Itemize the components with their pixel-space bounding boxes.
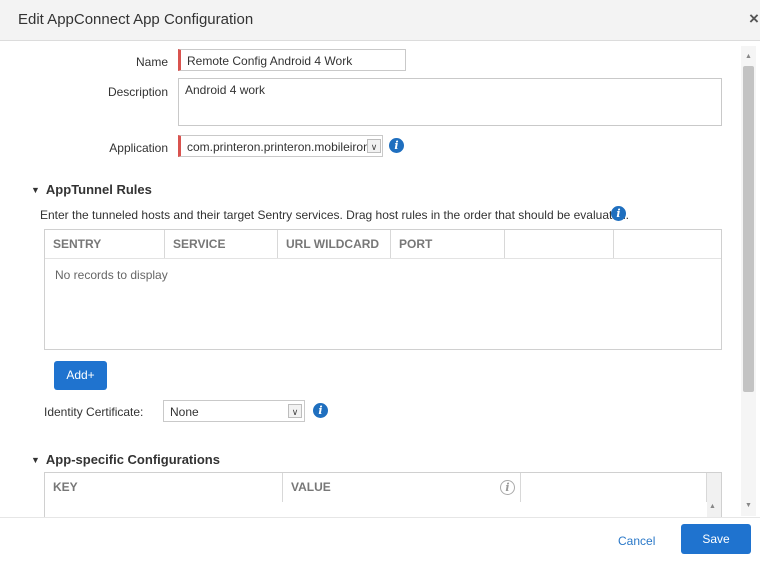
name-label: Name [135, 55, 168, 69]
apptunnel-title: AppTunnel Rules [45, 182, 152, 197]
identity-certificate-label: Identity Certificate: [44, 405, 144, 419]
dialog-title: Edit AppConnect App Configuration [18, 11, 254, 28]
column-header-blank-2 [614, 230, 721, 258]
info-icon[interactable]: i [389, 138, 404, 153]
column-header-port[interactable]: PORT [391, 230, 505, 258]
edit-appconnect-dialog: Edit AppConnect App Configuration × Name… [0, 0, 760, 571]
empty-records-text: No records to display [55, 268, 168, 282]
dialog-scrollbar-thumb[interactable] [743, 66, 754, 392]
identity-certificate-value: None [170, 405, 199, 419]
description-field-value: Android 4 work [185, 83, 266, 97]
info-icon[interactable]: i [500, 480, 515, 495]
description-label: Description [107, 85, 168, 99]
info-icon[interactable]: i [611, 206, 626, 221]
chevron-down-icon: ∨ [367, 139, 381, 153]
cancel-button[interactable]: Cancel [618, 534, 655, 548]
scroll-up-icon[interactable]: ▲ [743, 53, 754, 60]
column-header-sentry[interactable]: SENTRY [45, 230, 165, 258]
application-select[interactable]: com.printeron.printeron.mobileiron ∨ [178, 135, 383, 157]
column-header-url-wildcard[interactable]: URL WILDCARD [278, 230, 391, 258]
grid-scroll-up-icon[interactable]: ▲ [709, 503, 716, 510]
grid-header-divider [45, 258, 721, 259]
name-field[interactable]: Remote Config Android 4 Work [178, 49, 406, 71]
name-field-value: Remote Config Android 4 Work [187, 54, 353, 68]
application-label: Application [109, 141, 168, 155]
apptunnel-hint: Enter the tunneled hosts and their targe… [40, 208, 630, 222]
identity-certificate-select[interactable]: None ∨ [163, 400, 305, 422]
dialog-titlebar: Edit AppConnect App Configuration × [0, 0, 760, 41]
app-specific-grid: KEY VALUE i ▲ [44, 472, 722, 518]
grid-scrollbar[interactable]: ▲ [707, 473, 721, 518]
column-header-blank [521, 473, 707, 502]
column-header-value[interactable]: VALUE [283, 473, 521, 502]
app-specific-title: App-specific Configurations [45, 452, 220, 467]
save-button[interactable]: Save [681, 524, 751, 554]
add-rule-button[interactable]: Add+ [54, 361, 107, 390]
column-header-service[interactable]: SERVICE [165, 230, 278, 258]
info-icon[interactable]: i [313, 403, 328, 418]
scroll-down-icon[interactable]: ▼ [743, 502, 754, 509]
application-select-value: com.printeron.printeron.mobileiron [187, 140, 370, 154]
description-field[interactable]: Android 4 work [178, 78, 722, 126]
footer-divider [0, 517, 760, 518]
apptunnel-rules-grid: SENTRY SERVICE URL WILDCARD PORT No reco… [44, 229, 722, 350]
collapse-triangle-icon: ▼ [31, 455, 40, 465]
column-header-blank-1 [505, 230, 614, 258]
chevron-down-icon: ∨ [288, 404, 302, 418]
close-icon[interactable]: × [749, 9, 760, 29]
apptunnel-section-header[interactable]: ▼ AppTunnel Rules [31, 182, 152, 197]
app-specific-section-header[interactable]: ▼ App-specific Configurations [31, 452, 220, 467]
column-header-key[interactable]: KEY [45, 473, 283, 502]
collapse-triangle-icon: ▼ [31, 185, 40, 195]
